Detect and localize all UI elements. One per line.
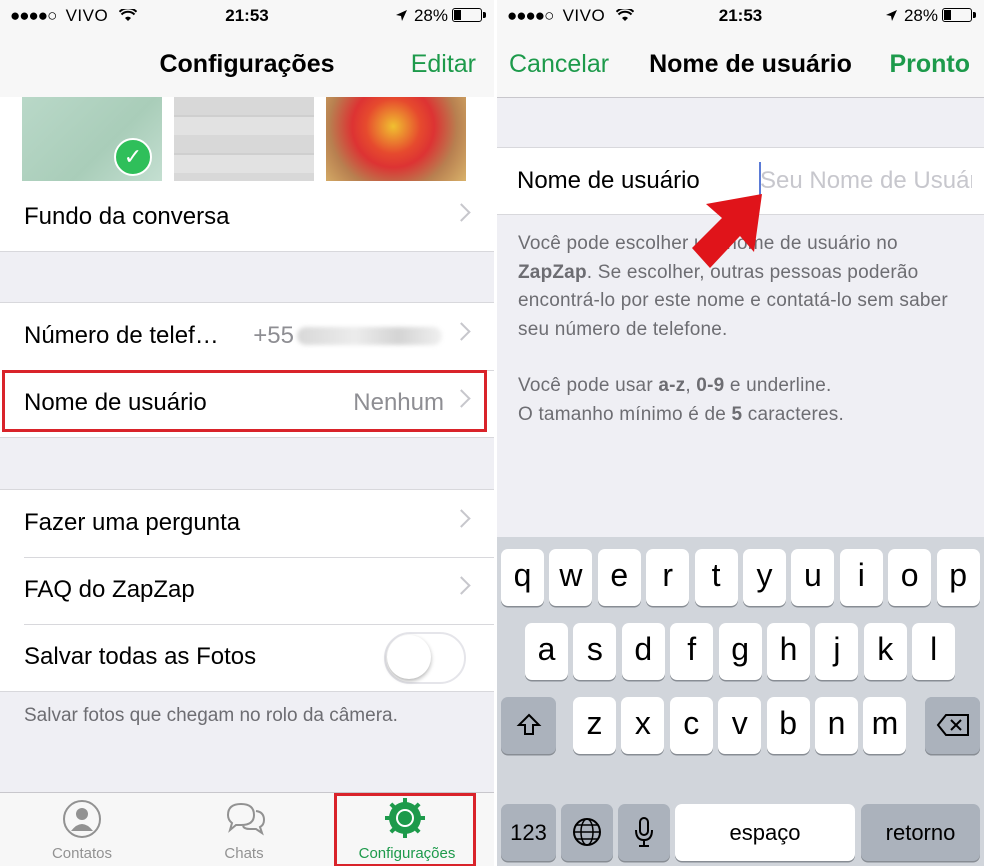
username-field-label: Nome de usuário [517,167,700,194]
key-x[interactable]: x [621,697,665,754]
tab-chats-label: Chats [224,845,264,862]
space-key[interactable]: espaço [675,804,855,861]
tab-contacts[interactable]: Contatos [0,793,164,866]
phone-number-row[interactable]: Número de telef… +55 [0,303,494,370]
help-group: Fazer uma pergunta FAQ do ZapZap Salvar … [0,489,494,692]
battery-icon [452,8,486,22]
wallpaper-thumbnail-wood[interactable] [174,97,314,181]
key-g[interactable]: g [718,623,762,680]
save-photos-label: Salvar todas as Fotos [24,643,257,670]
navigation-bar: Cancelar Nome de usuário Pronto [497,32,984,98]
battery-percent: 28% [903,6,938,25]
key-e[interactable]: e [597,549,641,606]
chats-icon [226,802,266,836]
microphone-key[interactable] [618,804,670,861]
microphone-icon [635,817,653,847]
key-c[interactable]: c [669,697,713,754]
location-arrow-icon [885,10,897,21]
username-row-highlight [2,370,487,432]
location-arrow-icon [395,10,407,21]
chevron-right-icon [452,509,471,528]
phone-number-value: +55 [253,322,294,349]
wallpaper-label: Fundo da conversa [24,203,230,230]
key-l[interactable]: l [912,623,956,680]
save-photos-toggle[interactable] [384,632,466,684]
edit-button[interactable]: Editar [411,50,476,79]
shift-key[interactable] [501,697,556,754]
ask-question-row[interactable]: Fazer uma pergunta [0,490,494,557]
status-bar: ●●●●○ VIVO 21:53 28% [497,0,984,32]
ask-question-label: Fazer uma pergunta [24,509,241,536]
chevron-right-icon [452,203,471,222]
key-m[interactable]: m [863,697,907,754]
numbers-key[interactable]: 123 [501,804,556,861]
return-key[interactable]: retorno [861,804,980,861]
key-t[interactable]: t [694,549,738,606]
username-screen: ●●●●○ VIVO 21:53 28% Cancelar Nome de us… [497,0,984,866]
key-i[interactable]: i [839,549,883,606]
key-f[interactable]: f [670,623,714,680]
key-j[interactable]: j [815,623,859,680]
globe-icon [573,818,601,846]
wallpaper-thumbnails [0,97,494,185]
tab-chats[interactable]: Chats [162,793,326,866]
shift-icon [516,713,541,735]
key-y[interactable]: y [743,549,786,606]
key-u[interactable]: u [791,549,835,606]
selected-check-icon: ✓ [114,138,152,176]
key-h[interactable]: h [767,623,810,680]
save-photos-row: Salvar todas as Fotos [0,624,494,691]
username-input[interactable]: Seu Nome de Usuário [760,167,972,195]
faq-label: FAQ do ZapZap [24,576,195,603]
phone-number-label: Número de telef… [24,322,219,349]
save-photos-footnote: Salvar fotos que chegam no rolo da câmer… [24,705,398,726]
battery-icon [942,8,976,22]
key-q[interactable]: q [501,549,544,606]
battery-percent: 28% [413,6,448,25]
pointer-arrow-annotation [692,194,762,268]
tab-contacts-label: Contatos [51,845,113,862]
navigation-bar: Configurações Editar [0,32,494,98]
chevron-right-icon [452,576,471,595]
status-bar: ●●●●○ VIVO 21:53 28% [0,0,494,32]
key-r[interactable]: r [646,549,690,606]
faq-row[interactable]: FAQ do ZapZap [0,557,494,624]
key-p[interactable]: p [936,549,980,606]
key-v[interactable]: v [718,697,762,754]
wallpaper-row[interactable]: Fundo da conversa [0,184,494,251]
key-k[interactable]: k [863,623,907,680]
keyboard: qwertyuiop asdfghjkl zxcvbnm 123 espaço … [497,537,984,866]
wallpaper-group: Fundo da conversa [0,184,494,252]
phone-number-blurred [297,327,442,345]
backspace-icon [936,714,969,736]
key-w[interactable]: w [549,549,593,606]
key-s[interactable]: s [573,623,617,680]
backspace-key[interactable] [925,697,980,754]
contacts-icon [63,800,101,838]
globe-key[interactable] [561,804,613,861]
settings-tab-highlight [334,793,476,866]
settings-screen: ●●●●○ VIVO 21:53 28% Configurações Edita… [0,0,494,866]
key-a[interactable]: a [525,623,568,680]
wallpaper-thumbnail-umbrella[interactable] [326,97,466,181]
key-z[interactable]: z [573,697,616,754]
key-b[interactable]: b [766,697,810,754]
key-d[interactable]: d [621,623,665,680]
key-o[interactable]: o [888,549,932,606]
chevron-right-icon [452,322,471,341]
key-n[interactable]: n [815,697,858,754]
done-button[interactable]: Pronto [889,50,970,79]
